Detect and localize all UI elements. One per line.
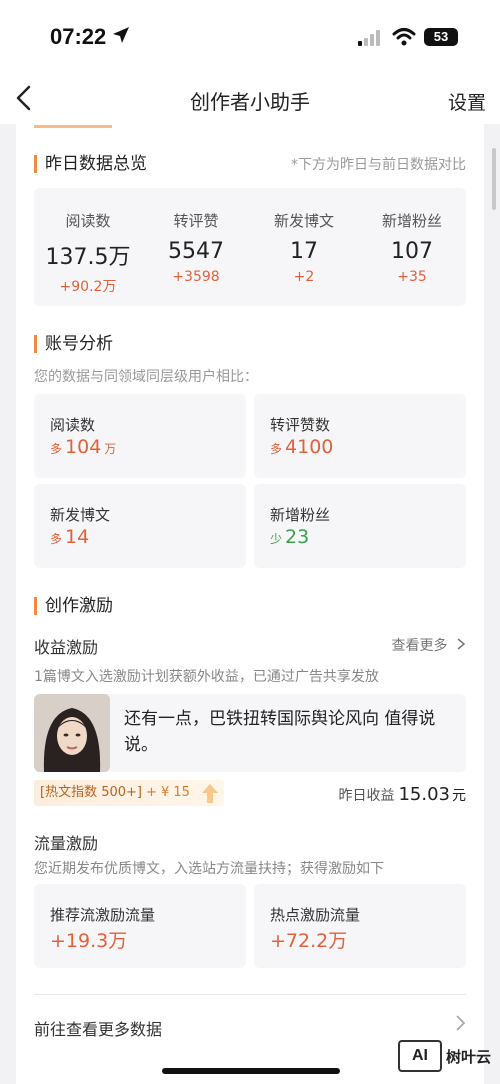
earnings-label: 昨日收益 <box>338 788 395 804</box>
page-title: 创作者小助手 <box>190 90 310 114</box>
stat-interactions: 转评赞 5547 +3598 <box>142 210 250 285</box>
settings-button[interactable]: 设置 <box>448 88 486 115</box>
compare-prefix: 多 <box>50 532 63 546</box>
cellular-signal-icon <box>358 30 380 46</box>
hotspot-traffic-box: 热点激励流量 +72.2万 <box>254 884 466 968</box>
comparison-note: *下方为昨日与前日数据对比 <box>291 157 466 173</box>
box-value: 多 104 万 <box>50 436 116 458</box>
account-reads-box: 阅读数 多 104 万 <box>34 394 246 478</box>
hot-index-money: + ¥ 15 <box>145 785 190 800</box>
box-label: 热点激励流量 <box>270 906 361 924</box>
content-card: 昨日数据总览 *下方为昨日与前日数据对比 阅读数 137.5万 +90.2万 转… <box>16 124 484 1084</box>
hot-index-tag: [热文指数 500+] + ¥ 15 <box>34 780 224 806</box>
stat-value: 107 <box>391 239 433 264</box>
account-posts-box: 新发博文 多 14 <box>34 484 246 568</box>
location-arrow-icon <box>113 27 129 43</box>
compare-prefix: 少 <box>270 532 283 546</box>
box-label: 转评赞数 <box>270 416 331 434</box>
divider <box>34 994 466 995</box>
compare-prefix: 多 <box>270 442 283 456</box>
status-bar: 07:22 53 <box>0 0 500 72</box>
box-label: 阅读数 <box>50 416 96 434</box>
status-time: 07:22 <box>50 24 107 49</box>
battery-icon: 53 <box>424 28 458 46</box>
wifi-icon <box>392 28 416 46</box>
stat-value: 17 <box>290 239 318 264</box>
box-label: 推荐流激励流量 <box>50 906 156 924</box>
nav-bar: 创作者小助手 设置 <box>0 72 500 124</box>
compare-number: 104 <box>65 436 102 458</box>
stat-new-fans: 新增粉丝 107 +35 <box>358 210 466 285</box>
compare-prefix: 多 <box>50 442 63 456</box>
box-label: 新发博文 <box>50 506 111 524</box>
stat-label: 转评赞 <box>173 212 219 230</box>
watermark-logo: AI <box>398 1040 442 1072</box>
box-value: 多 14 <box>50 526 89 548</box>
account-fans-box: 新增粉丝 少 23 <box>254 484 466 568</box>
yesterday-overview-title: 昨日数据总览 <box>34 155 147 173</box>
home-indicator[interactable] <box>162 1068 340 1074</box>
incentive-post[interactable]: 还有一点，巴铁扭转国际舆论风向 值得说说。 <box>34 694 466 772</box>
box-value: +19.3万 <box>50 930 128 952</box>
earnings-amount: 15.03 <box>398 784 450 805</box>
more-data-link[interactable]: 前往查看更多数据 <box>34 1016 162 1040</box>
up-arrow-icon <box>201 784 218 803</box>
portrait-image <box>34 694 110 772</box>
incentive-title: 创作激励 <box>34 597 113 615</box>
compare-number: 14 <box>65 526 90 548</box>
earnings-unit: 元 <box>452 788 466 804</box>
stat-change: +35 <box>397 269 427 285</box>
recommend-traffic-box: 推荐流激励流量 +19.3万 <box>34 884 246 968</box>
revenue-incentive-title: 收益激励 <box>34 638 99 657</box>
chevron-right-icon <box>457 638 466 650</box>
stat-change: +90.2万 <box>59 279 117 295</box>
stat-new-posts: 新发博文 17 +2 <box>250 210 358 285</box>
stat-reads: 阅读数 137.5万 +90.2万 <box>34 210 142 296</box>
stat-value: 137.5万 <box>45 245 131 270</box>
box-value: 少 23 <box>270 526 309 548</box>
box-value: 多 4100 <box>270 436 333 458</box>
box-value: +72.2万 <box>270 930 348 952</box>
stat-label: 阅读数 <box>65 212 111 230</box>
compare-number: 23 <box>285 526 310 548</box>
account-analysis-subtitle: 您的数据与同领域同层级用户相比： <box>34 369 258 385</box>
clipped-heading <box>34 124 112 128</box>
chevron-right-icon[interactable] <box>454 1014 466 1032</box>
post-text: 还有一点，巴铁扭转国际舆论风向 值得说说。 <box>124 709 436 755</box>
stat-change: +3598 <box>172 269 220 285</box>
revenue-desc: 1篇博文入选激励计划获额外收益，已通过广告共享发放 <box>34 669 379 685</box>
traffic-incentive-title: 流量激励 <box>34 834 99 853</box>
account-analysis-title: 账号分析 <box>34 335 113 353</box>
watermark-text: 树叶云 <box>446 1048 492 1066</box>
compare-unit: 万 <box>104 442 117 456</box>
stat-change: +2 <box>293 269 315 285</box>
yesterday-stats-panel: 阅读数 137.5万 +90.2万 转评赞 5547 +3598 新发博文 17… <box>34 188 466 306</box>
box-label: 新增粉丝 <box>270 506 331 524</box>
traffic-desc: 您近期发布优质博文，入选站方流量扶持；获得激励如下 <box>34 861 384 877</box>
stat-label: 新发博文 <box>273 212 334 230</box>
scrollbar[interactable] <box>492 148 496 210</box>
compare-number: 4100 <box>285 436 334 458</box>
post-thumbnail <box>34 694 110 772</box>
yesterday-earnings: 昨日收益 15.03 元 <box>338 784 466 805</box>
stat-value: 5547 <box>168 239 224 264</box>
view-more-link[interactable]: 查看更多 <box>392 635 466 655</box>
view-more-label: 查看更多 <box>391 638 448 654</box>
account-interactions-box: 转评赞数 多 4100 <box>254 394 466 478</box>
stat-label: 新增粉丝 <box>381 212 442 230</box>
hot-index-label: [热文指数 500+] <box>40 785 142 800</box>
